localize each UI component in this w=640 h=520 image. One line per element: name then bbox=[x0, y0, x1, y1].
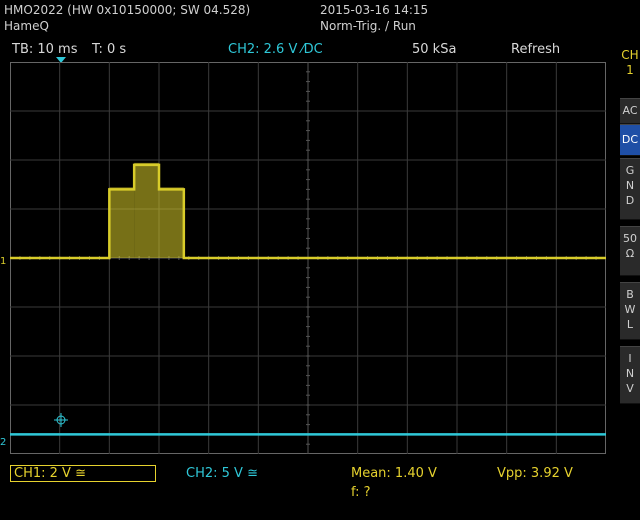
impedance-50-ohm-button[interactable]: 50 Ω bbox=[620, 226, 640, 276]
vendor-name: HameQ bbox=[4, 19, 49, 33]
ch1-pulse-envelope bbox=[159, 187, 184, 258]
ch2-reference-marker[interactable]: 2 bbox=[0, 437, 6, 448]
invert-button[interactable]: I N V bbox=[620, 346, 640, 404]
channel-menu-title: CH 1 bbox=[620, 48, 640, 78]
trigger-level[interactable]: CH2: 2.6 V ⁄DC bbox=[228, 42, 323, 57]
cursor-crosshair[interactable] bbox=[54, 413, 68, 427]
device-info: HMO2022 (HW 0x10150000; SW 04.528) bbox=[4, 3, 251, 17]
ch1-reference-marker[interactable]: 1 bbox=[0, 256, 6, 267]
mean-measurement: Mean: 1.40 V bbox=[351, 466, 437, 481]
ch1-scale-box[interactable]: CH1: 2 V ≅ bbox=[10, 465, 156, 482]
ch1-pulse-envelope bbox=[134, 162, 159, 258]
vpp-measurement: Vpp: 3.92 V bbox=[497, 466, 573, 481]
ch1-pulse-envelope bbox=[109, 187, 135, 258]
time-offset[interactable]: T: 0 s bbox=[92, 42, 126, 57]
sample-rate[interactable]: 50 kSa bbox=[412, 42, 456, 57]
date-time: 2015-03-16 14:15 bbox=[320, 3, 429, 17]
ch1-scale[interactable]: CH1: 2 V ≅ bbox=[10, 465, 156, 482]
coupling-dc-button[interactable]: DC bbox=[620, 124, 640, 156]
frequency-measurement: f: ? bbox=[351, 485, 371, 500]
ch2-scale[interactable]: CH2: 5 V ≅ bbox=[186, 466, 258, 481]
timebase[interactable]: TB: 10 ms bbox=[12, 42, 77, 57]
scope-screen bbox=[10, 62, 606, 454]
bandwidth-limit-button[interactable]: B W L bbox=[620, 282, 640, 340]
gnd-button[interactable]: G N D bbox=[620, 158, 640, 220]
trigger-mode: Norm-Trig. / Run bbox=[320, 19, 416, 33]
acquisition-mode[interactable]: Refresh bbox=[511, 42, 560, 57]
coupling-ac-button[interactable]: AC bbox=[620, 98, 640, 124]
channel-menu-label: CH 1 bbox=[621, 48, 639, 77]
